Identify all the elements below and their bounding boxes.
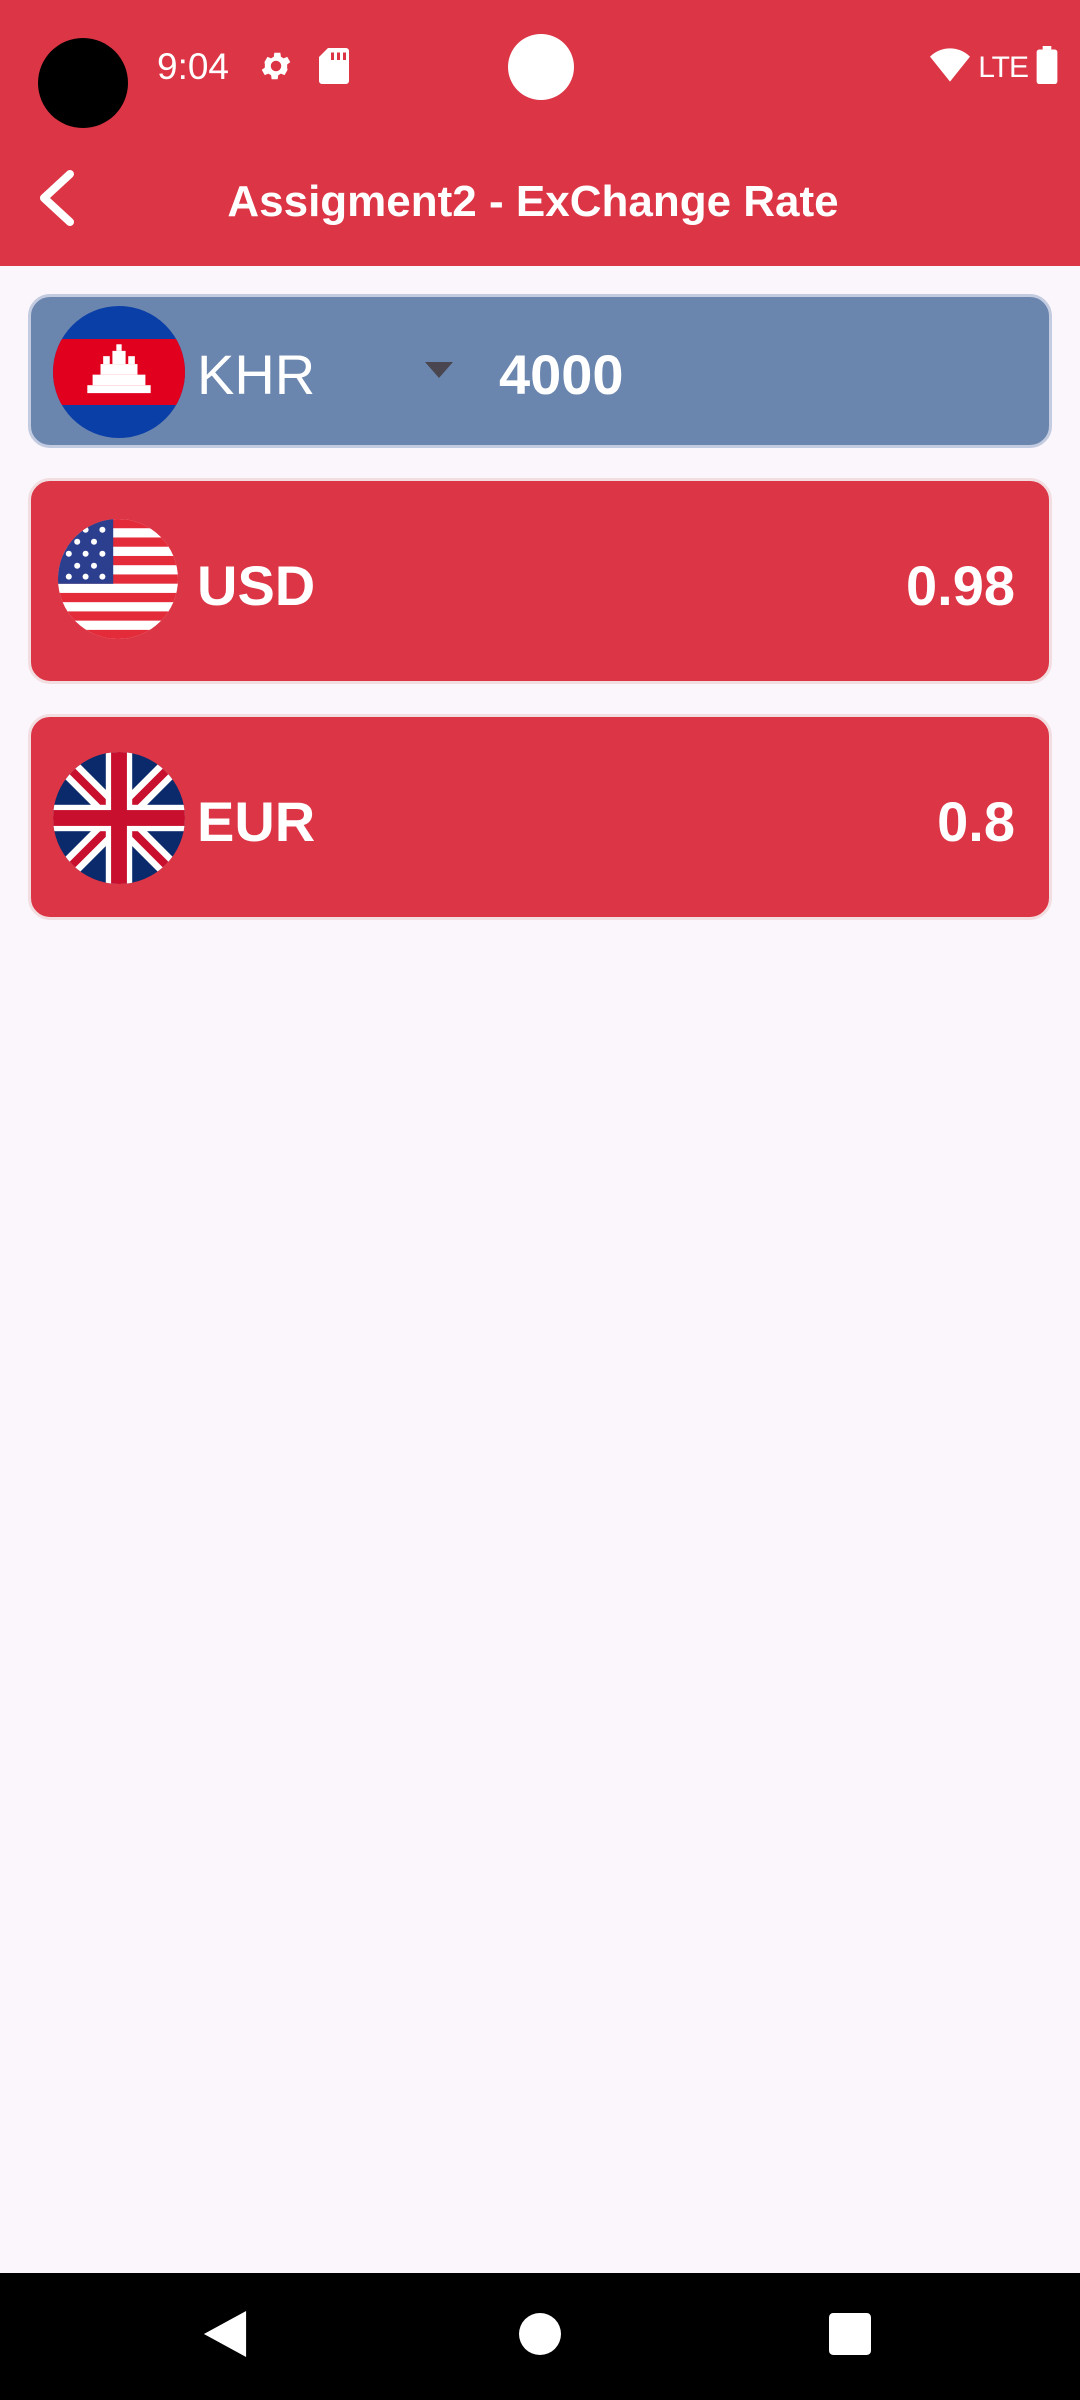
uk-flag-icon bbox=[53, 752, 185, 884]
conversion-card-eur: EUR 0.8 bbox=[28, 714, 1052, 920]
currency-dropdown[interactable] bbox=[419, 357, 459, 387]
wifi-icon bbox=[930, 48, 971, 87]
nav-home-button[interactable] bbox=[505, 2301, 575, 2371]
conversion-card-usd: USD 0.98 bbox=[28, 478, 1052, 684]
back-icon bbox=[203, 2310, 247, 2362]
network-type: LTE bbox=[978, 50, 1029, 84]
converted-value-usd: 0.98 bbox=[906, 554, 1015, 617]
sd-card-icon bbox=[318, 48, 350, 89]
status-bar: 9:04 LTE bbox=[0, 0, 1080, 132]
currency-code-usd: USD bbox=[197, 554, 316, 617]
nav-recents-button[interactable] bbox=[815, 2301, 885, 2371]
base-currency-code[interactable]: KHR bbox=[197, 342, 315, 407]
dropdown-arrow-icon bbox=[425, 361, 453, 383]
converted-value-eur: 0.8 bbox=[937, 790, 1015, 853]
front-camera-cutout bbox=[38, 38, 128, 128]
page-title: Assigment2 - ExChange Rate bbox=[227, 177, 839, 226]
settings-icon bbox=[258, 48, 294, 89]
currency-code-eur: EUR bbox=[197, 790, 316, 853]
camera-dot bbox=[508, 34, 574, 100]
status-time: 9:04 bbox=[157, 46, 230, 87]
recents-icon bbox=[829, 2312, 871, 2360]
nav-back-button[interactable] bbox=[190, 2301, 260, 2371]
battery-icon bbox=[1036, 46, 1058, 89]
home-icon bbox=[519, 2312, 561, 2360]
cambodia-flag-icon bbox=[53, 306, 185, 438]
app-bar: Assigment2 - ExChange Rate bbox=[0, 132, 1080, 266]
base-currency-card: KHR 4000 bbox=[28, 294, 1052, 448]
system-nav-bar bbox=[0, 2273, 1080, 2400]
amount-input[interactable]: 4000 bbox=[499, 342, 624, 407]
usa-flag-icon bbox=[58, 519, 178, 639]
